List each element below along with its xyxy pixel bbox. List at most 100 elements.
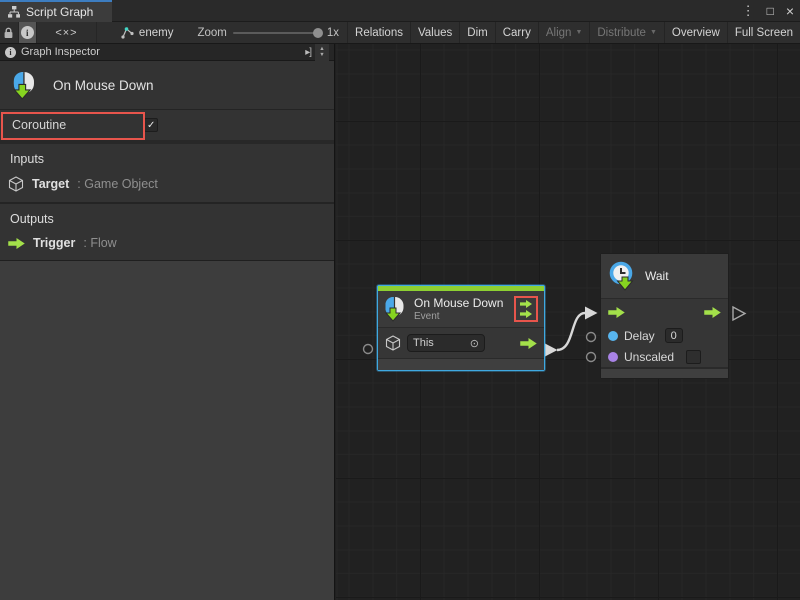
outputs-title: Outputs [0,210,334,234]
titlebar: Script Graph ⋮ □ × [0,0,800,22]
flow-wire[interactable] [557,313,585,350]
dock-panel-icon[interactable]: ▸] [305,47,311,58]
wait-delay-row: Delay 0 [601,325,728,346]
unscaled-label: Unscaled [624,350,674,364]
input-row-target: Target : Game Object [0,174,334,194]
zoom-slider[interactable] [233,32,321,34]
mouse-event-icon [12,71,37,100]
carry-button[interactable]: Carry [495,22,538,43]
coroutine-arrow-icon [519,300,533,308]
outputs-section: Outputs Trigger : Flow [0,204,334,261]
unscaled-checkbox[interactable] [686,350,701,364]
coroutine-label: Coroutine [12,118,66,132]
info-icon: i [5,47,16,58]
event-target-port[interactable] [364,345,373,354]
graph-breadcrumb[interactable]: enemy [97,22,184,43]
info-icon: i [21,26,34,39]
wait-flow-row [601,299,728,325]
wait-node-header[interactable]: Wait [601,254,728,298]
flow-arrow-icon [8,238,25,249]
wait-node-titles: Wait [645,269,669,283]
flow-input-port[interactable] [608,307,625,318]
full-screen-button[interactable]: Full Screen [727,22,800,43]
trigger-output-port[interactable] [520,338,537,349]
wait-node[interactable]: Wait Delay 0 Unscaled [600,253,729,379]
graph-canvas[interactable]: On Mouse Down Event [336,44,800,600]
mouse-event-icon [384,296,406,322]
toolbar: i <×> enemy Zoom 1x Relations Values Dim [0,22,800,44]
overview-button[interactable]: Overview [664,22,727,43]
node-footer [378,358,544,370]
distribute-button[interactable]: Distribute ▼ [589,22,664,43]
unit-header-section: On Mouse Down [0,61,334,110]
float-port-icon[interactable] [608,331,618,341]
coroutine-row: Coroutine ✓ [0,110,334,144]
tab-script-graph[interactable]: Script Graph [0,0,112,22]
zoom-value: 1x [327,27,339,39]
inputs-section: Inputs Target : Game Object [0,144,334,204]
delay-label: Delay [624,329,655,343]
input-type: : Game Object [77,177,158,191]
wait-node-title: Wait [645,269,669,283]
panel-spinner[interactable]: ▲ ▼ [315,44,329,61]
wire-start-arrow[interactable] [545,344,558,357]
inspector-header: i Graph Inspector ▸] ▲ ▼ [0,44,334,61]
code-icon: <×> [55,27,77,39]
coroutine-checkbox[interactable]: ✓ [144,118,158,132]
spinner-down-icon[interactable]: ▼ [319,52,324,58]
toolbar-right-group: Relations Values Dim Carry Align ▼ Distr… [347,22,800,43]
wait-clock-icon [609,261,637,291]
script-graph-asset-icon [121,26,134,39]
wait-unscaled-port[interactable] [587,353,596,362]
on-mouse-down-node[interactable]: On Mouse Down Event [377,285,545,371]
zoom-label: Zoom [197,27,226,39]
window-controls: ⋮ □ × [742,0,794,22]
wire-end-arrow[interactable] [585,307,598,320]
wait-exit-port[interactable] [733,307,745,320]
relations-button[interactable]: Relations [347,22,410,43]
dim-button[interactable]: Dim [459,22,494,43]
event-node-subtitle: Event [414,311,503,322]
values-button[interactable]: Values [410,22,459,43]
zoom-control: Zoom 1x [183,22,347,43]
game-object-cube-icon [385,335,401,351]
unit-title: On Mouse Down [53,78,154,93]
inspector-title: Graph Inspector [21,46,100,58]
event-node-header[interactable]: On Mouse Down Event [378,291,544,327]
input-name: Target [32,177,69,191]
output-type: : Flow [83,236,116,250]
game-object-cube-icon [8,176,24,192]
event-node-title: On Mouse Down [414,296,503,310]
inspector-toggle-button[interactable]: i [19,22,38,43]
window-close-icon[interactable]: × [786,0,794,22]
chevron-down-icon: ▼ [650,29,657,36]
wait-unscaled-row: Unscaled [601,346,728,367]
node-footer [601,368,728,378]
output-row-trigger: Trigger : Flow [0,234,334,252]
tab-label: Script Graph [26,5,93,19]
align-button[interactable]: Align ▼ [538,22,590,43]
event-target-row: This ⊙ [378,328,544,358]
window-menu-icon[interactable]: ⋮ [742,0,755,22]
coroutine-arrow-icon [519,310,533,318]
flow-output-port[interactable] [704,307,721,318]
event-node-titles: On Mouse Down Event [414,296,503,322]
chevron-down-icon: ▼ [575,29,582,36]
target-value: This [413,337,434,349]
inputs-title: Inputs [0,150,334,174]
inspector-empty-area [0,261,334,600]
window-maximize-icon[interactable]: □ [767,0,774,22]
zoom-slider-handle[interactable] [313,28,323,38]
output-name: Trigger [33,236,75,250]
code-view-button[interactable]: <×> [37,22,97,43]
graph-name-label: enemy [139,27,174,39]
graph-hierarchy-icon [8,6,20,18]
lock-button[interactable] [0,22,19,43]
bool-port-icon[interactable] [608,352,618,362]
graph-inspector-panel: i Graph Inspector ▸] ▲ ▼ On Mouse Down C… [0,44,335,600]
wait-delay-port[interactable] [587,333,596,342]
delay-value-field[interactable]: 0 [665,328,683,343]
target-value-field[interactable]: This ⊙ [407,334,485,352]
coroutine-indicator-highlight [514,296,538,322]
object-picker-icon[interactable]: ⊙ [470,337,479,350]
